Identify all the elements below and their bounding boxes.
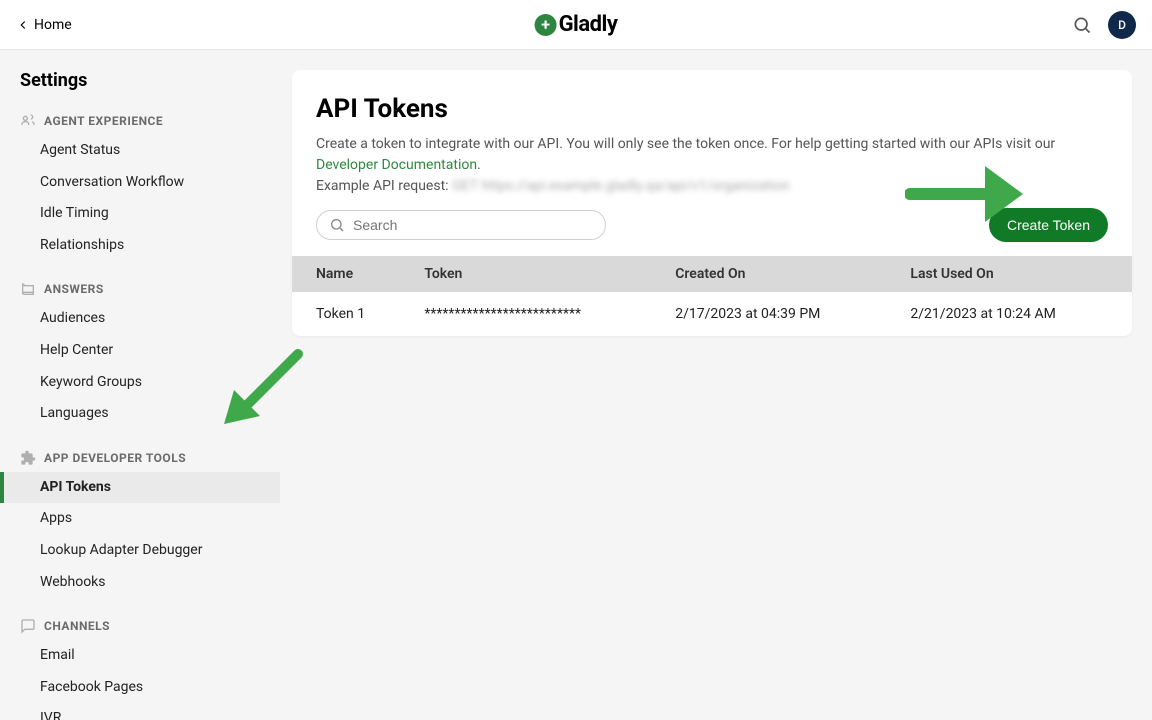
sidebar-item[interactable]: Audiences [0,303,280,335]
sidebar-item[interactable]: Idle Timing [0,198,280,230]
sidebar-section-header: ANSWERS [0,275,280,303]
sidebar-section-header: CHANNELS [0,612,280,640]
search-input[interactable] [353,217,593,233]
sidebar-item[interactable]: Email [0,640,280,672]
brand-name: Gladly [559,12,618,37]
section-icon [20,281,36,297]
create-token-button[interactable]: Create Token [989,208,1108,242]
table-header-cell: Last Used On [896,256,1132,292]
main-content: API Tokens Create a token to integrate w… [280,50,1152,720]
example-blurred: GET https://api.example.gladly.qa/api/v1… [452,178,789,194]
home-label: Home [34,17,72,33]
sidebar-section-header: APP DEVELOPER TOOLS [0,444,280,472]
search-icon [329,217,345,233]
sidebar-item[interactable]: Apps [0,503,280,535]
brand-logo: + Gladly [535,12,618,37]
sidebar-item[interactable]: Help Center [0,335,280,367]
avatar[interactable]: D [1108,11,1136,39]
brand-mark-icon: + [535,14,557,36]
table-header-cell: Created On [661,256,896,292]
section-icon [20,450,36,466]
table-row[interactable]: Token 1**************************2/17/20… [292,292,1132,336]
top-bar: Home + Gladly D [0,0,1152,50]
sidebar-item[interactable]: Facebook Pages [0,672,280,704]
sidebar: Settings AGENT EXPERIENCEAgent StatusCon… [0,50,280,720]
sidebar-item[interactable]: Lookup Adapter Debugger [0,535,280,567]
content-card: API Tokens Create a token to integrate w… [292,70,1132,336]
search-input-wrap[interactable] [316,210,606,240]
sidebar-item[interactable]: API Tokens [0,472,280,504]
table-header-cell: Token [410,256,661,292]
sidebar-item[interactable]: Agent Status [0,135,280,167]
sidebar-item[interactable]: Keyword Groups [0,367,280,399]
page-description: Create a token to integrate with our API… [316,134,1108,176]
section-icon [20,113,36,129]
example-request: Example API request: GET https://api.exa… [316,178,1108,194]
search-icon[interactable] [1072,15,1092,35]
sidebar-item[interactable]: Languages [0,398,280,430]
sidebar-item[interactable]: Webhooks [0,567,280,599]
section-icon [20,618,36,634]
table-header-cell: Name [292,256,410,292]
sidebar-item[interactable]: IVR [0,703,280,720]
doc-link[interactable]: Developer Documentation [316,157,477,173]
tokens-table: NameTokenCreated OnLast Used On Token 1*… [292,256,1132,336]
sidebar-section-header: AGENT EXPERIENCE [0,107,280,135]
sidebar-title: Settings [0,70,280,107]
chevron-left-icon [16,18,30,32]
sidebar-item[interactable]: Conversation Workflow [0,167,280,199]
page-title: API Tokens [316,94,1108,124]
sidebar-item[interactable]: Relationships [0,230,280,262]
home-link[interactable]: Home [16,17,72,33]
